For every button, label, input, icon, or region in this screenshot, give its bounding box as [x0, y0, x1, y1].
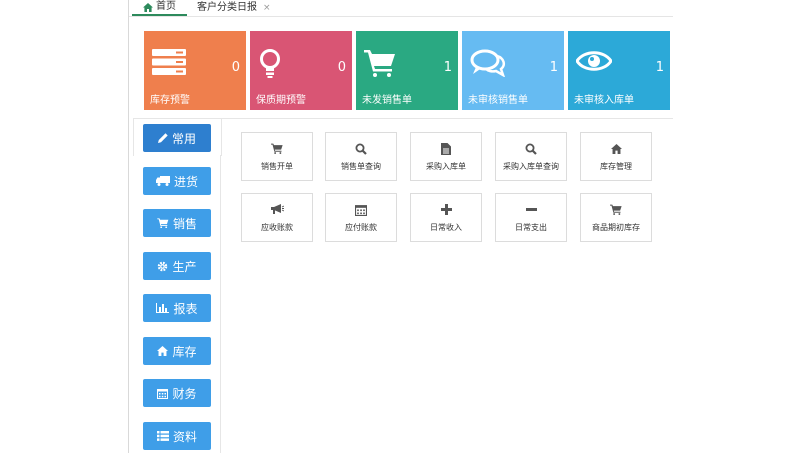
server-icon — [152, 49, 186, 75]
main-frame: 首页 客户分类日报 × 0 库存预警 0 保质期预警 1 未发销售单 1 未审核… — [128, 0, 673, 453]
shortcut-payables[interactable]: 应付账款 — [325, 193, 397, 242]
shortcut-label: 应付账款 — [345, 222, 377, 232]
sidebar-item-label: 财务 — [172, 386, 197, 401]
home-icon — [157, 346, 169, 356]
pencil-icon — [157, 133, 168, 143]
tab-report-label: 客户分类日报 — [197, 2, 257, 13]
tile-label: 未发销售单 — [362, 95, 412, 106]
calendar-icon — [157, 388, 169, 399]
file-icon — [441, 142, 451, 156]
tile-label: 保质期预警 — [256, 95, 306, 106]
sidebar-item-inventory[interactable]: 库存 — [143, 337, 211, 365]
status-tiles: 0 库存预警 0 保质期预警 1 未发销售单 1 未审核销售单 1 未审核入库单 — [129, 31, 673, 111]
tile-unreviewed-stockin[interactable]: 1 未审核入库单 — [568, 31, 670, 110]
search-icon — [525, 142, 537, 156]
sidebar-item-common[interactable]: 常用 — [143, 124, 211, 152]
shortcut-label: 库存管理 — [600, 161, 632, 171]
shortcut-label: 销售开单 — [261, 161, 293, 171]
cart-icon — [157, 218, 169, 228]
tile-unshipped-sales[interactable]: 1 未发销售单 — [356, 31, 458, 110]
shortcut-receivables[interactable]: 应收账款 — [241, 193, 313, 242]
shortcut-label: 采购入库单查询 — [503, 161, 559, 171]
cart-icon — [271, 142, 283, 156]
comments-icon — [470, 49, 506, 77]
tile-stock-warning[interactable]: 0 库存预警 — [144, 31, 246, 110]
calendar-icon — [355, 203, 367, 217]
sidebar-item-label: 进货 — [173, 174, 198, 189]
cart-icon — [364, 49, 396, 77]
sidebar-item-label: 资料 — [172, 429, 197, 444]
tile-count: 0 — [337, 60, 346, 75]
shortcut-purchase-query[interactable]: 采购入库单查询 — [495, 132, 567, 181]
gear-icon — [158, 261, 168, 271]
sidebar: 常用 进货 销售 生产 报表 库存 财务 资料 — [129, 118, 222, 453]
shortcut-purchase-stockin[interactable]: 采购入库单 — [410, 132, 482, 181]
tile-count: 0 — [231, 60, 240, 75]
tile-count: 1 — [655, 60, 664, 75]
list-icon — [156, 431, 169, 441]
shortcut-opening-stock[interactable]: 商品期初库存 — [580, 193, 652, 242]
tab-home-label: 首页 — [156, 1, 176, 12]
sidebar-item-label: 生产 — [172, 259, 197, 274]
cart-icon — [610, 203, 622, 217]
shortcut-inventory-mgmt[interactable]: 库存管理 — [580, 132, 652, 181]
shortcut-label: 日常支出 — [515, 222, 547, 232]
tab-home[interactable]: 首页 — [132, 0, 187, 16]
tab-close-icon[interactable]: × — [263, 1, 271, 15]
shortcut-label: 采购入库单 — [426, 161, 466, 171]
tab-bar: 首页 客户分类日报 × — [129, 0, 673, 17]
lightbulb-icon — [258, 49, 282, 79]
shortcut-daily-expense[interactable]: 日常支出 — [495, 193, 567, 242]
sidebar-item-label: 常用 — [171, 131, 196, 146]
plus-icon — [440, 203, 452, 217]
shortcut-sales-order[interactable]: 销售开单 — [241, 132, 313, 181]
sidebar-item-reports[interactable]: 报表 — [143, 294, 211, 322]
bar-chart-icon — [156, 303, 170, 313]
tile-count: 1 — [549, 60, 558, 75]
tile-count: 1 — [443, 60, 452, 75]
sidebar-item-sales[interactable]: 销售 — [143, 209, 211, 237]
sidebar-item-production[interactable]: 生产 — [143, 252, 211, 280]
shortcut-daily-income[interactable]: 日常收入 — [410, 193, 482, 242]
shortcut-label: 销售单查询 — [341, 161, 381, 171]
shortcut-label: 商品期初库存 — [592, 222, 640, 232]
tab-customer-report[interactable]: 客户分类日报 × — [193, 0, 275, 16]
tile-unreviewed-sales[interactable]: 1 未审核销售单 — [462, 31, 564, 110]
shortcut-label: 日常收入 — [430, 222, 462, 232]
sidebar-item-label: 报表 — [173, 301, 198, 316]
minus-icon — [525, 203, 537, 217]
sidebar-item-purchase[interactable]: 进货 — [143, 167, 211, 195]
bullhorn-icon — [270, 203, 284, 217]
tile-label: 库存预警 — [150, 95, 190, 106]
tile-expiry-warning[interactable]: 0 保质期预警 — [250, 31, 352, 110]
sidebar-item-finance[interactable]: 财务 — [143, 379, 211, 407]
home-icon — [143, 2, 153, 12]
sidebar-item-label: 销售 — [172, 216, 197, 231]
shortcut-sales-query[interactable]: 销售单查询 — [325, 132, 397, 181]
truck-icon — [155, 176, 170, 186]
search-icon — [355, 142, 367, 156]
tile-label: 未审核销售单 — [468, 95, 528, 106]
home-icon — [610, 142, 622, 156]
sidebar-item-label: 库存 — [172, 344, 197, 359]
sidebar-border — [220, 155, 221, 453]
eye-icon — [576, 49, 612, 73]
tile-label: 未审核入库单 — [574, 95, 634, 106]
shortcut-label: 应收账款 — [261, 222, 293, 232]
sidebar-item-data[interactable]: 资料 — [143, 422, 211, 450]
